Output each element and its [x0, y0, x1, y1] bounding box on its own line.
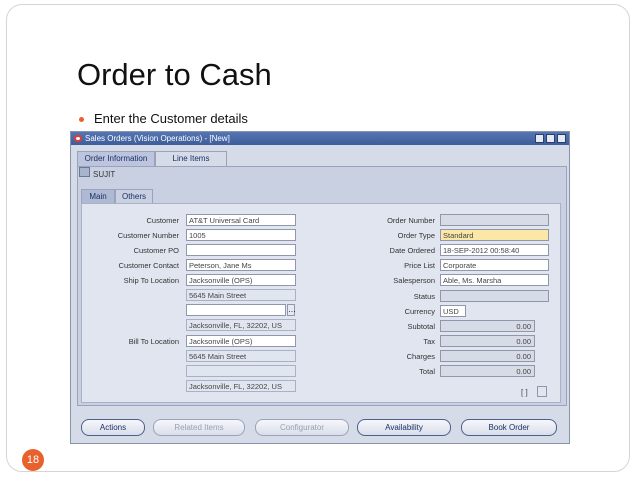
close-icon[interactable] [557, 134, 566, 143]
subtotal-field: 0.00 [440, 320, 535, 332]
related-items-button[interactable]: Related Items [153, 419, 245, 436]
ship-to-location-label: Ship To Location [123, 276, 179, 285]
oracle-logo-icon [74, 135, 82, 142]
user-name: SUJIT [93, 170, 116, 179]
book-order-button[interactable]: Book Order [461, 419, 557, 436]
tax-field: 0.00 [440, 335, 535, 347]
status-label: Status [413, 292, 435, 301]
ship-address-line2[interactable] [186, 304, 286, 316]
tab-line-items[interactable]: Line Items [155, 151, 227, 166]
date-ordered-field[interactable]: 18-SEP-2012 00:58:40 [440, 244, 549, 256]
window-titlebar: Sales Orders (Vision Operations) - [New] [71, 132, 569, 145]
minimize-icon[interactable] [535, 134, 544, 143]
maximize-icon[interactable] [546, 134, 555, 143]
bill-to-location-label: Bill To Location [128, 337, 179, 346]
total-label: Total [419, 367, 435, 376]
customer-contact-field[interactable]: Peterson, Jane Ms [186, 259, 296, 271]
list-of-values-button[interactable]: … [287, 304, 296, 316]
ship-address-line3: Jacksonville, FL, 32202, US [186, 319, 296, 331]
date-ordered-label: Date Ordered [389, 246, 435, 255]
order-type-field[interactable]: Standard [440, 229, 549, 241]
total-field: 0.00 [440, 365, 535, 377]
status-field [440, 290, 549, 302]
availability-button[interactable]: Availability [357, 419, 451, 436]
bill-to-location-field[interactable]: Jacksonville (OPS) [186, 335, 296, 347]
customer-po-label: Customer PO [133, 246, 179, 255]
price-list-label: Price List [404, 261, 435, 270]
slide-title: Order to Cash [77, 57, 272, 92]
subtab-others[interactable]: Others [115, 189, 153, 203]
charges-label: Charges [406, 352, 435, 361]
price-list-field[interactable]: Corporate [440, 259, 549, 271]
order-number-label: Order Number [387, 216, 435, 225]
customer-label: Customer [146, 216, 179, 225]
bullet-dot [79, 117, 84, 123]
window-title: Sales Orders (Vision Operations) - [New] [85, 134, 230, 143]
salesperson-label: Salesperson [393, 276, 435, 285]
currency-field[interactable]: USD [440, 305, 466, 317]
salesperson-field[interactable]: Able, Ms. Marsha [440, 274, 549, 286]
subtab-main[interactable]: Main [81, 189, 115, 203]
checkbox[interactable] [537, 386, 547, 397]
bill-address-line3: Jacksonville, FL, 32202, US [186, 380, 296, 392]
slide-bullet: Enter the Customer details [79, 111, 248, 126]
charges-field: 0.00 [440, 350, 535, 362]
tax-label: Tax [423, 337, 435, 346]
order-number-field [440, 214, 549, 226]
configurator-button[interactable]: Configurator [255, 419, 349, 436]
customer-field[interactable]: AT&T Universal Card [186, 214, 296, 226]
window-controls [535, 134, 566, 143]
bullet-text: Enter the Customer details [94, 111, 248, 126]
user-icon [79, 167, 90, 177]
order-type-label: Order Type [397, 231, 435, 240]
currency-label: Currency [404, 307, 435, 316]
page-number: 18 [22, 449, 44, 471]
customer-contact-label: Customer Contact [118, 261, 179, 270]
subtotal-label: Subtotal [407, 322, 435, 331]
tab-order-information[interactable]: Order Information [77, 151, 155, 166]
actions-button[interactable]: Actions [81, 419, 145, 436]
descriptive-flexfield[interactable]: [ ] [521, 388, 528, 397]
customer-number-field[interactable]: 1005 [186, 229, 296, 241]
ship-to-location-field[interactable]: Jacksonville (OPS) [186, 274, 296, 286]
sales-orders-window: Sales Orders (Vision Operations) - [New]… [70, 131, 570, 444]
customer-po-field[interactable] [186, 244, 296, 256]
bill-address-line1: 5645 Main Street [186, 350, 296, 362]
bill-address-line2 [186, 365, 296, 377]
customer-number-label: Customer Number [117, 231, 179, 240]
ship-address-line1: 5645 Main Street [186, 289, 296, 301]
